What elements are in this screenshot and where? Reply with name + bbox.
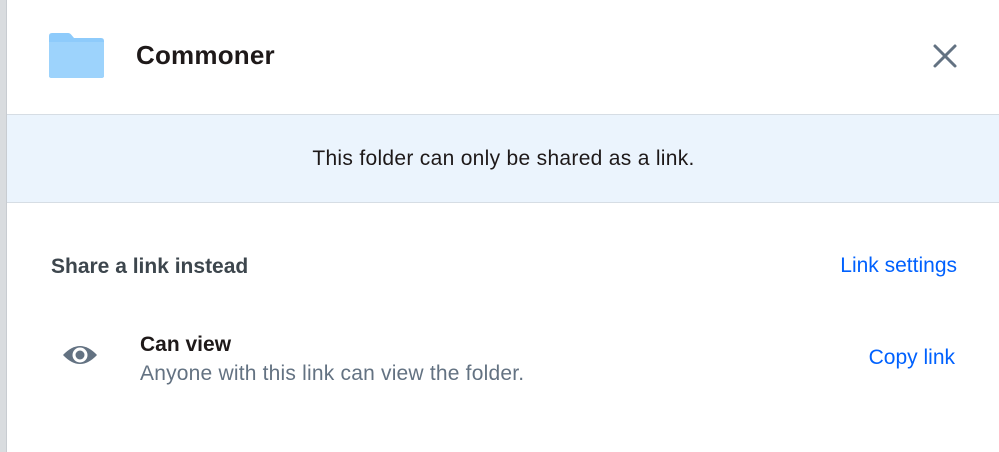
folder-icon (49, 33, 104, 78)
permission-description: Anyone with this link can view the folde… (140, 362, 525, 385)
dialog-header: Commoner (7, 0, 999, 114)
share-dialog: Commoner This folder can only be shared … (6, 0, 999, 452)
copy-link-button[interactable]: Copy link (869, 346, 955, 370)
banner-message: This folder can only be shared as a link… (312, 146, 695, 170)
dialog-title: Commoner (136, 40, 275, 70)
permission-title: Can view (140, 333, 232, 356)
close-icon[interactable] (929, 40, 961, 72)
eye-icon (63, 346, 97, 364)
link-settings-link[interactable]: Link settings (840, 254, 957, 278)
section-title: Share a link instead (51, 255, 249, 278)
info-banner: This folder can only be shared as a link… (7, 114, 999, 203)
